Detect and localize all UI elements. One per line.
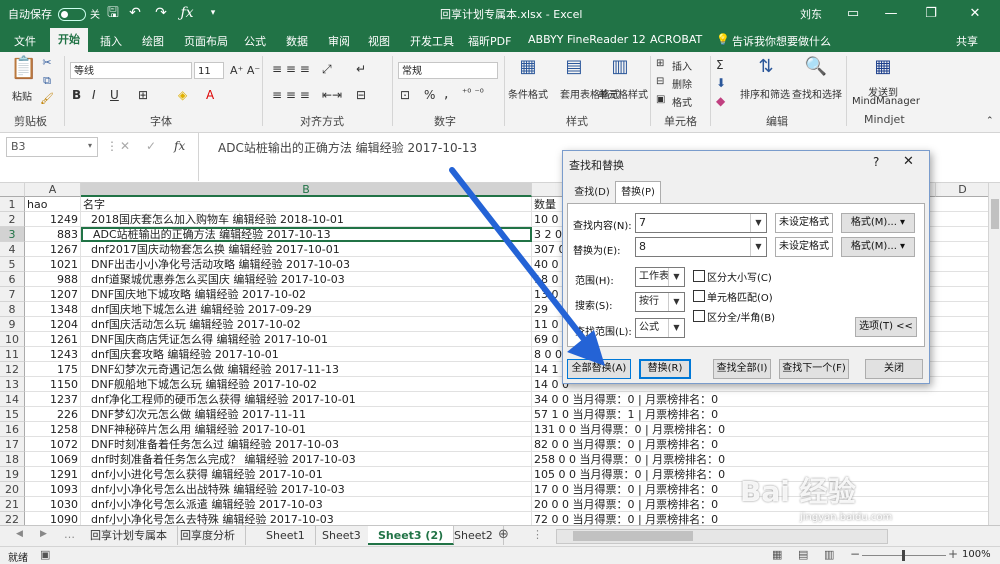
baidu-watermark-url: jingyan.baidu.com	[800, 512, 893, 523]
arrow-head	[567, 330, 605, 366]
arrow-shaft	[449, 167, 586, 341]
baidu-watermark: Bai 经验	[740, 475, 856, 508]
